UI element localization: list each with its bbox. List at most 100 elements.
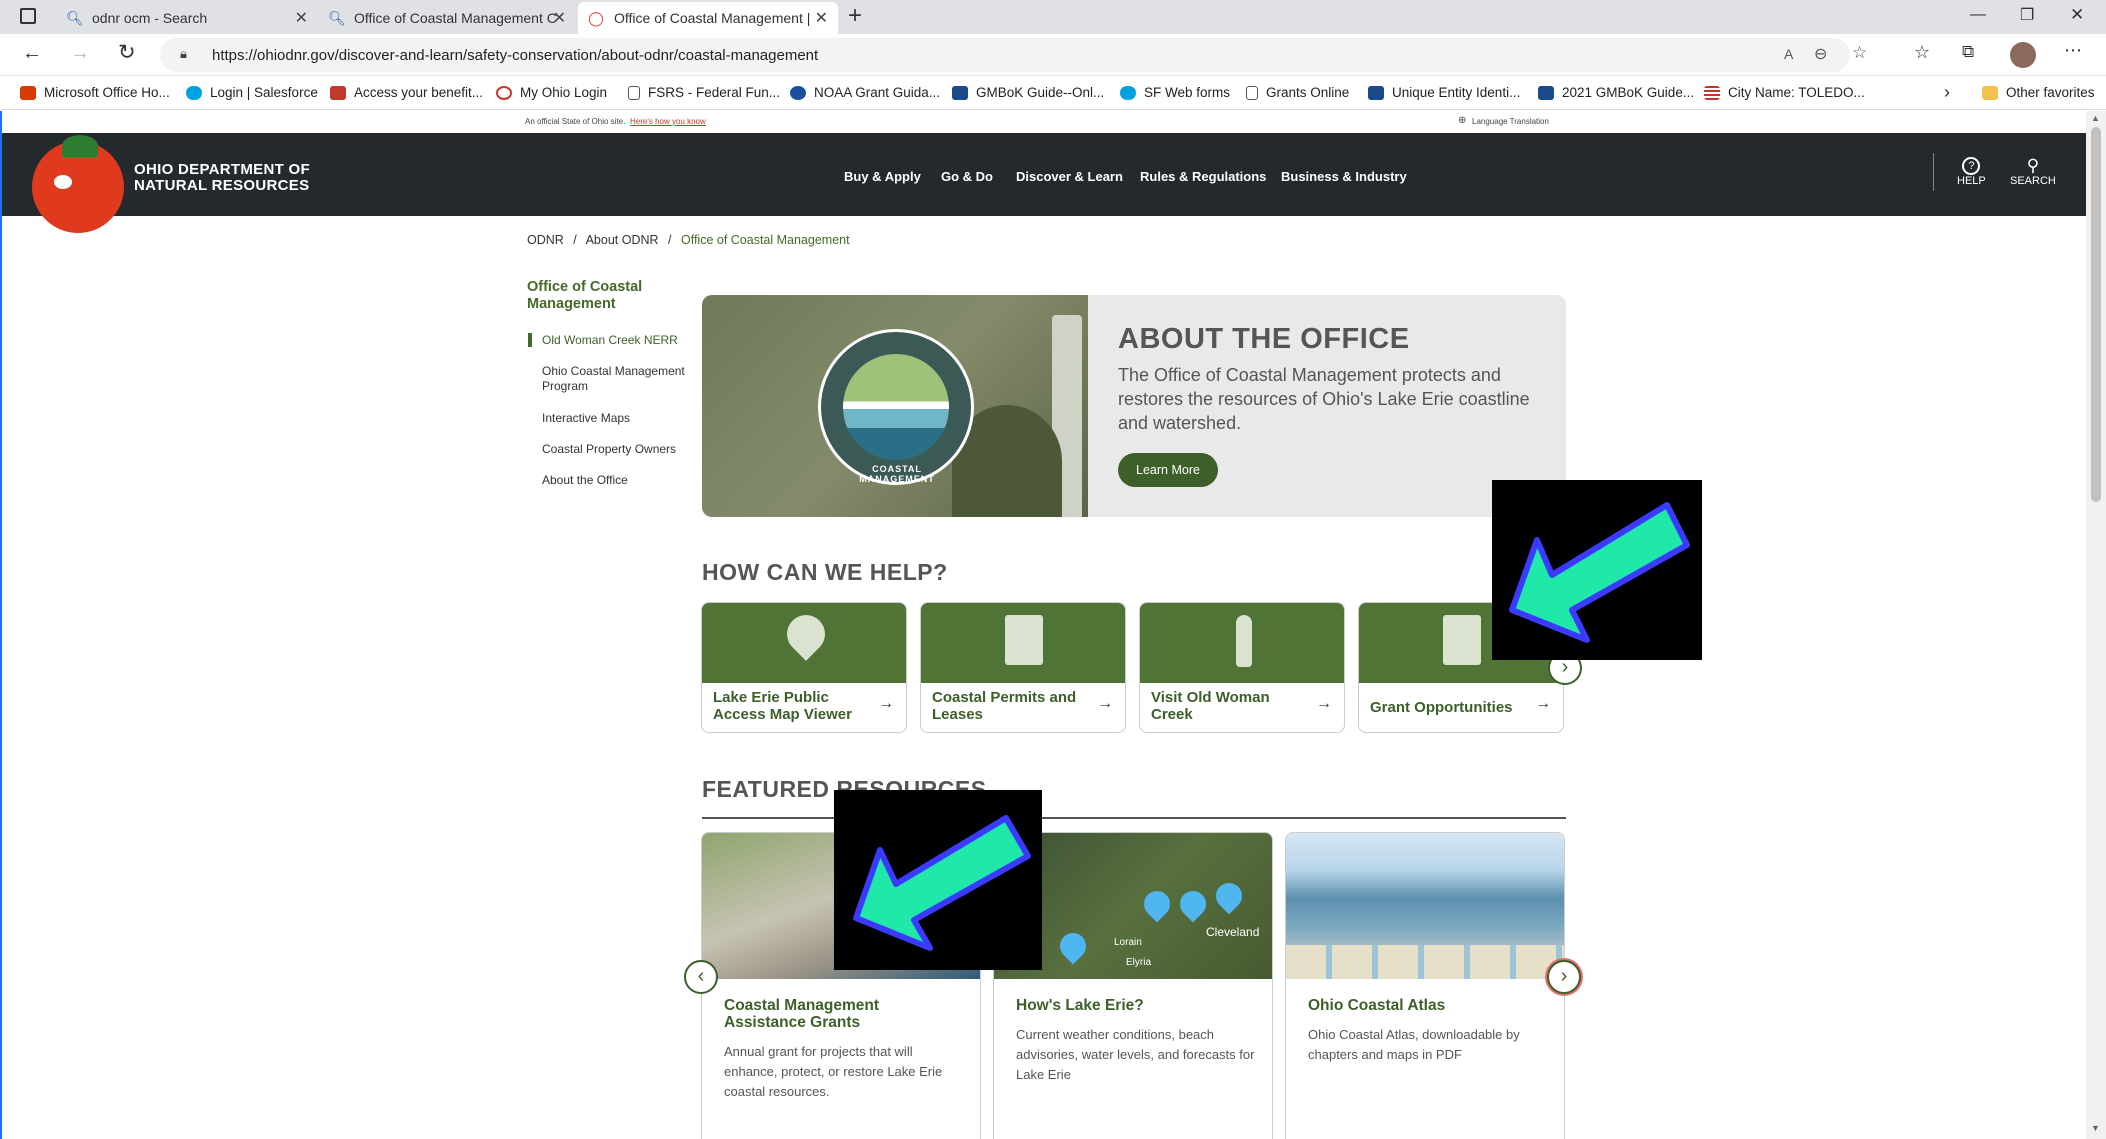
card-title[interactable]: How's Lake Erie? [1016, 997, 1256, 1014]
how-you-know-link[interactable]: Here's how you know [630, 117, 706, 126]
bookmark-label: Grants Online [1266, 85, 1350, 100]
bookmark-my-ohio[interactable]: My Ohio Login [496, 85, 607, 100]
avatar[interactable] [2010, 42, 2036, 68]
minimize-icon[interactable]: — [1970, 6, 1986, 24]
help-card-access-map[interactable]: Lake Erie Public Access Map Viewer → [701, 602, 907, 733]
sidebar-item-about-office[interactable]: About the Office [542, 473, 692, 488]
url-box[interactable]: 🔒︎ https://ohiodnr.gov/discover-and-lear… [160, 38, 1867, 72]
bookmark-label: 2021 GMBoK Guide... [1562, 85, 1695, 100]
tab-odnr-search[interactable]: 🔍︎ odnr ocm - Search ✕ [56, 2, 318, 34]
bookmark-gmbok-2021[interactable]: 2021 GMBoK Guide... [1538, 85, 1694, 100]
seal-inner [843, 354, 949, 460]
scrollbar-thumb[interactable] [2091, 127, 2101, 502]
bookmark-grants-online[interactable]: Grants Online [1246, 85, 1349, 100]
bookmark-office[interactable]: Microsoft Office Ho... [20, 85, 170, 100]
sidebar-title[interactable]: Office of Coastal Management [527, 279, 687, 313]
map-label-cleveland: Cleveland [1206, 925, 1260, 939]
bookmark-fsrs[interactable]: FSRS - Federal Fun... [628, 85, 780, 100]
restore-icon[interactable]: ❐ [2020, 5, 2034, 25]
nav-go-do[interactable]: Go & Do [941, 169, 993, 184]
help-button[interactable]: ? HELP [1957, 157, 1986, 187]
globe-icon: ⊕ [1458, 115, 1467, 126]
sidebar-item-old-woman-creek[interactable]: Old Woman Creek NERR [542, 333, 692, 348]
breadcrumb-separator: / [573, 233, 577, 247]
breadcrumb-current: Office of Coastal Management [680, 233, 850, 247]
bookmark-uei[interactable]: Unique Entity Identi... [1368, 85, 1520, 100]
sidebar-item-ohio-coastal-program[interactable]: Ohio Coastal Management Program [542, 364, 692, 394]
bookmark-label: Login | Salesforce [210, 85, 318, 100]
arrow-right-icon: → [1097, 695, 1113, 712]
bookmark-noaa[interactable]: NOAA Grant Guida... [790, 85, 940, 100]
close-window-icon[interactable]: ✕ [2070, 5, 2084, 25]
nav-discover-learn[interactable]: Discover & Learn [1016, 169, 1123, 184]
map-label-elyria: Elyria [1126, 957, 1152, 968]
sidebar-item-interactive-maps[interactable]: Interactive Maps [542, 411, 692, 426]
read-aloud-icon[interactable]: A [1784, 46, 1793, 62]
back-icon[interactable]: ← [22, 42, 42, 65]
favorites-icon[interactable]: ☆ [1914, 42, 1930, 63]
close-icon[interactable]: ✕ [553, 8, 566, 28]
collections-icon[interactable]: ⧉ [1962, 42, 1974, 62]
org-name-line1[interactable]: OHIO DEPARTMENT OF [134, 161, 310, 178]
header-divider [1933, 153, 1934, 191]
help-icon: ? [1962, 157, 1981, 175]
scroll-up-icon[interactable]: ▲ [2091, 113, 2100, 123]
nav-rules-regulations[interactable]: Rules & Regulations [1140, 169, 1266, 184]
url-text[interactable]: https://ohiodnr.gov/discover-and-learn/s… [212, 47, 818, 64]
annotation-arrow-overlay [834, 790, 1042, 970]
featured-carousel-prev-button[interactable]: ‹ [684, 960, 718, 994]
map-pin-icon [779, 607, 833, 661]
org-name-line2[interactable]: NATURAL RESOURCES [134, 177, 309, 194]
card-label: Visit Old Woman Creek [1151, 689, 1270, 723]
nav-buy-apply[interactable]: Buy & Apply [844, 169, 921, 184]
breadcrumb-about-odnr[interactable]: About ODNR [586, 233, 659, 247]
close-icon[interactable]: ✕ [295, 8, 308, 28]
new-tab-button[interactable]: + [848, 2, 862, 30]
card-title[interactable]: Ohio Coastal Atlas [1308, 997, 1548, 1014]
tab-actions-icon[interactable] [20, 8, 36, 24]
odnr-logo[interactable] [32, 135, 124, 233]
bookmarks-bar: Microsoft Office Ho... Login | Salesforc… [0, 76, 2106, 110]
refresh-icon[interactable]: ↻ [118, 40, 136, 65]
bookmark-sf-forms[interactable]: SF Web forms [1120, 85, 1230, 100]
help-card-permits-leases[interactable]: Coastal Permits and Leases → [920, 602, 1126, 733]
bookmark-label: FSRS - Federal Fun... [648, 85, 781, 100]
scroll-down-icon[interactable]: ▼ [2091, 1123, 2100, 1133]
tab-ocm-active[interactable]: ◯ Office of Coastal Management | ✕ [578, 2, 838, 34]
lock-icon[interactable]: 🔒︎ [180, 46, 187, 62]
address-bar: ← → ↻ 🔒︎ https://ohiodnr.gov/discover-an… [0, 34, 2106, 76]
search-icon: 🔍︎ [328, 9, 346, 26]
map-pin-icon [1138, 885, 1176, 923]
tab-ocm-search[interactable]: 🔍︎ Office of Coastal Management C ✕ [318, 2, 576, 34]
more-icon[interactable]: ⋯ [2064, 40, 2082, 61]
zoom-icon[interactable]: ⊖ [1814, 44, 1827, 64]
map-label-lorain: Lorain [1114, 937, 1142, 948]
forward-icon[interactable]: → [70, 42, 90, 65]
close-icon[interactable]: ✕ [815, 8, 828, 28]
doc-icon [952, 85, 968, 100]
language-translation-link[interactable]: Language Translation [1472, 117, 1549, 126]
card-title[interactable]: Coastal Management Assistance Grants [724, 997, 964, 1031]
about-office-hero: COASTAL MANAGEMENT ABOUT THE OFFICE The … [702, 295, 1566, 517]
featured-card-coastal-atlas[interactable]: Ohio Coastal Atlas Ohio Coastal Atlas, d… [1285, 832, 1565, 1139]
search-button[interactable]: ⚲ SEARCH [2010, 157, 2056, 188]
bookmark-salesforce[interactable]: Login | Salesforce [186, 85, 318, 100]
logo-eye [54, 175, 72, 189]
nav-business-industry[interactable]: Business & Industry [1281, 169, 1407, 184]
hero-body: The Office of Coastal Management protect… [1118, 365, 1530, 433]
coastal-management-seal: COASTAL MANAGEMENT [818, 329, 974, 485]
breadcrumb-odnr[interactable]: ODNR [527, 233, 564, 247]
bookmark-gmbok[interactable]: GMBoK Guide--Onl... [952, 85, 1104, 100]
bookmark-benefits[interactable]: Access your benefit... [330, 85, 483, 100]
page-scrollbar[interactable]: ▲ ▼ [2086, 111, 2106, 1139]
bookmark-other-favorites[interactable]: Other favorites [1982, 85, 2095, 100]
favorite-star-icon[interactable]: ☆ [1852, 43, 1867, 63]
featured-carousel-next-button[interactable]: › [1547, 960, 1581, 994]
page-icon [1246, 85, 1258, 100]
chevron-right-icon[interactable]: › [1944, 82, 1950, 103]
annotation-arrow-overlay [1492, 480, 1702, 660]
bookmark-toledo[interactable]: City Name: TOLEDO... [1704, 85, 1865, 100]
learn-more-button[interactable]: Learn More [1118, 453, 1218, 487]
sidebar-item-coastal-property-owners[interactable]: Coastal Property Owners [542, 442, 692, 457]
help-card-old-woman-creek[interactable]: Visit Old Woman Creek → [1139, 602, 1345, 733]
